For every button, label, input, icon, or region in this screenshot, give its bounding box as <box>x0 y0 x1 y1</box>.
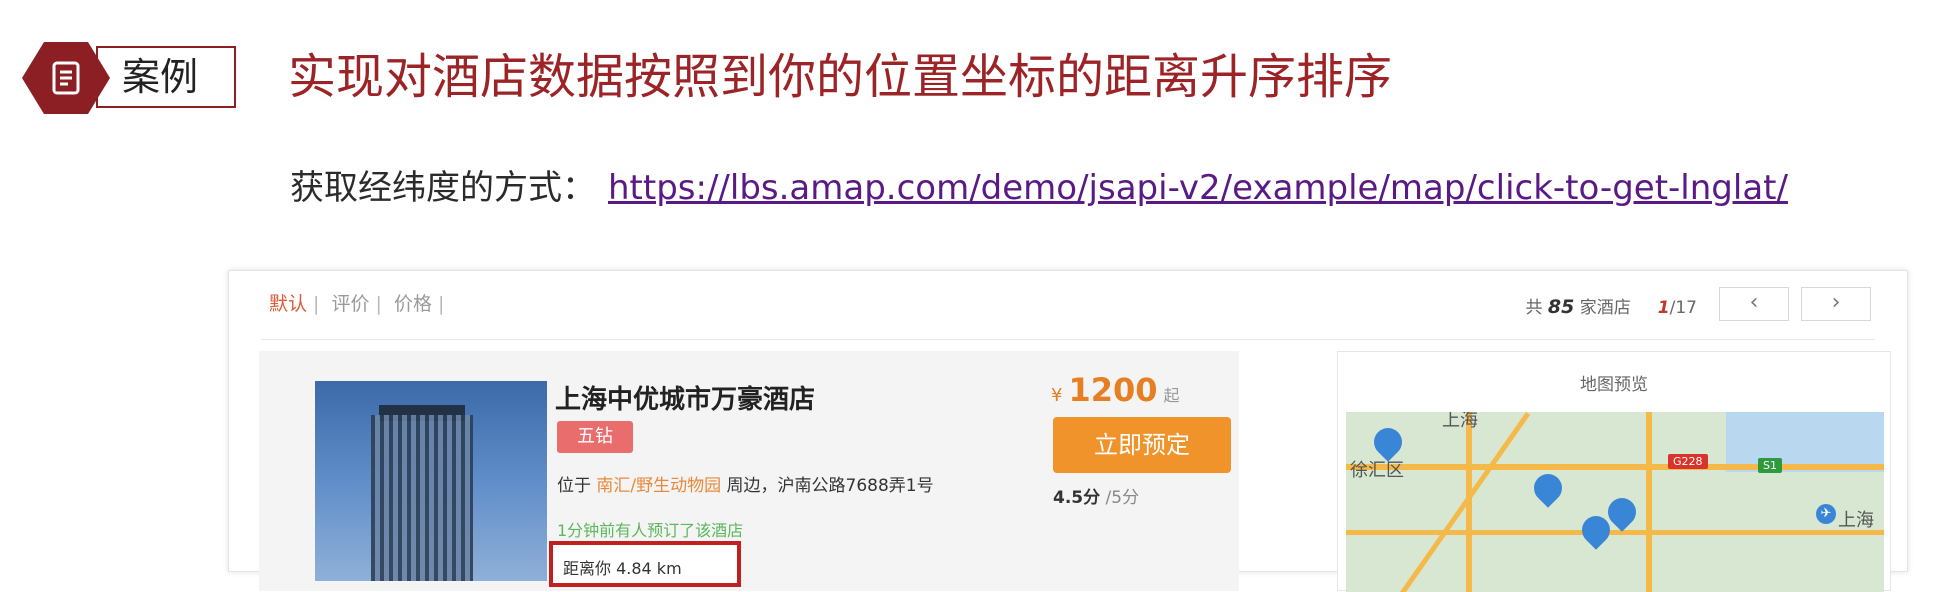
location-address: 周边，沪南公路7688弄1号 <box>726 476 934 496</box>
airport-icon: ✈ <box>1816 504 1836 524</box>
sort-price[interactable]: 价格 <box>394 293 432 315</box>
sort-rating[interactable]: 评价 <box>331 293 369 315</box>
price-unit: 起 <box>1163 386 1180 405</box>
rating-value: 4.5分 <box>1053 488 1101 508</box>
chevron-left-icon: ‹ <box>1749 290 1759 315</box>
hotel-card[interactable]: 上海中优城市万豪酒店 五钻 位于 南汇/野生动物园 周边，沪南公路7688弄1号… <box>259 351 1239 591</box>
sort-default[interactable]: 默认 <box>269 293 307 315</box>
page-total: /17 <box>1669 298 1697 318</box>
location-area-link[interactable]: 南汇/野生动物园 <box>596 476 721 496</box>
map-road <box>1646 412 1652 592</box>
next-page-button[interactable]: › <box>1801 287 1871 321</box>
rating: 4.5分 /5分 <box>1053 483 1139 508</box>
case-badge: 案例 <box>22 42 240 114</box>
hotel-location: 位于 南汇/野生动物园 周边，沪南公路7688弄1号 <box>557 471 934 496</box>
page-current: 1 <box>1657 298 1670 318</box>
distance-text: 距离你 4.84 km <box>563 559 682 578</box>
chevron-right-icon: › <box>1831 290 1841 315</box>
map-label: 徐汇区 <box>1350 460 1404 481</box>
result-count: 共 85 家酒店 1/17 <box>1526 293 1698 318</box>
sort-separator: | <box>375 293 382 315</box>
sort-separator: | <box>313 293 320 315</box>
map-road <box>1399 412 1531 592</box>
slide-title: 实现对酒店数据按照到你的位置坐标的距离升序排序 <box>288 49 1393 105</box>
star-badge: 五钻 <box>557 421 633 453</box>
prev-page-button[interactable]: ‹ <box>1719 287 1789 321</box>
sort-bar: 默认 | 评价 | 价格 | <box>269 289 450 316</box>
road-sign: S1 <box>1758 458 1782 473</box>
divider <box>261 339 1875 340</box>
map-title: 地图预览 <box>1580 375 1648 395</box>
map-road <box>1346 530 1884 535</box>
hotel-list-panel: 默认 | 评价 | 价格 | 共 85 家酒店 1/17 ‹ › 上海中优城市万豪酒店… <box>228 270 1908 592</box>
booked-hint: 1分钟前有人预订了该酒店 <box>557 521 744 540</box>
map-road <box>1346 464 1884 470</box>
price-value: 1200 <box>1068 371 1158 409</box>
count-number: 85 <box>1547 296 1575 318</box>
method-label: 获取经纬度的方式： <box>290 168 596 208</box>
hotel-image[interactable] <box>315 381 547 581</box>
map-label: 上海 <box>1442 412 1478 431</box>
location-prefix: 位于 <box>557 476 591 496</box>
map-label: 上海 <box>1838 510 1874 531</box>
rating-max: /5分 <box>1105 488 1140 508</box>
distance-highlight: 距离你 4.84 km <box>549 541 741 587</box>
map-water <box>1726 412 1884 472</box>
hotel-name[interactable]: 上海中优城市万豪酒店 <box>555 379 815 416</box>
count-prefix: 共 <box>1525 298 1543 318</box>
sort-separator: | <box>437 293 445 315</box>
building-tower <box>371 415 473 581</box>
price-symbol: ¥ <box>1051 385 1063 406</box>
method-line: 获取经纬度的方式： https://lbs.amap.com/demo/jsapi… <box>290 166 1788 210</box>
price: ¥1200 起 <box>1051 371 1180 409</box>
case-label-box: 案例 <box>96 46 236 108</box>
road-sign: G228 <box>1668 454 1708 469</box>
count-suffix: 家酒店 <box>1579 298 1631 318</box>
book-now-button[interactable]: 立即预定 <box>1053 417 1231 473</box>
map-pin-icon[interactable] <box>1528 468 1568 508</box>
map-preview: 地图预览 上海 徐汇区 上海 G228 S1 ✈ <box>1337 351 1891 592</box>
method-link[interactable]: https://lbs.amap.com/demo/jsapi-v2/examp… <box>608 168 1788 208</box>
case-label: 案例 <box>122 55 199 99</box>
map-canvas[interactable]: 上海 徐汇区 上海 G228 S1 ✈ <box>1346 412 1884 592</box>
